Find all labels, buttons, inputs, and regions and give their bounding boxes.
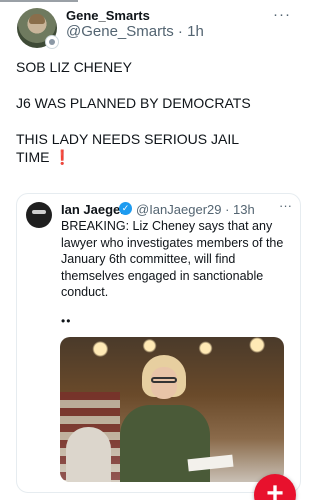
- post-line: SOB LIZ CHENEY: [16, 59, 132, 75]
- quoted-extra-dots: ••: [61, 314, 72, 328]
- quoted-display-name[interactable]: Ian Jaeger: [61, 202, 125, 217]
- post-header: Gene_Smarts @Gene_Smarts · 1h ···: [17, 6, 299, 49]
- verified-badge-icon: ✓: [119, 202, 132, 215]
- avatar-badge-icon: [45, 35, 59, 49]
- quoted-handle-time[interactable]: @IanJaeger29 · 13h: [136, 202, 255, 217]
- exclamation-icon: ❗: [53, 149, 71, 165]
- quoted-more-options-icon[interactable]: ···: [279, 198, 292, 213]
- post-line: THIS LADY NEEDS SERIOUS JAIL TIME: [16, 131, 239, 165]
- quoted-post-card[interactable]: Ian Jaeger ✓ @IanJaeger29 · 13h ··· BREA…: [16, 193, 301, 493]
- photo-face: [151, 367, 177, 399]
- post-handle-time[interactable]: @Gene_Smarts · 1h: [66, 23, 204, 40]
- quoted-text: BREAKING: Liz Cheney says that any lawye…: [61, 219, 284, 299]
- quoted-photo[interactable]: [60, 337, 284, 482]
- photo-glasses: [151, 377, 177, 383]
- post-text: SOB LIZ CHENEY J6 WAS PLANNED BY DEMOCRA…: [16, 58, 256, 166]
- top-divider: [0, 0, 78, 2]
- quoted-avatar[interactable]: [26, 202, 52, 228]
- photo-capitol-dome: [66, 427, 111, 482]
- post-display-name[interactable]: Gene_Smarts: [66, 8, 150, 23]
- post-line: J6 WAS PLANNED BY DEMOCRATS: [16, 95, 251, 111]
- post-line-with-alert: THIS LADY NEEDS SERIOUS JAIL TIME ❗: [16, 130, 256, 166]
- more-options-icon[interactable]: ···: [273, 6, 291, 23]
